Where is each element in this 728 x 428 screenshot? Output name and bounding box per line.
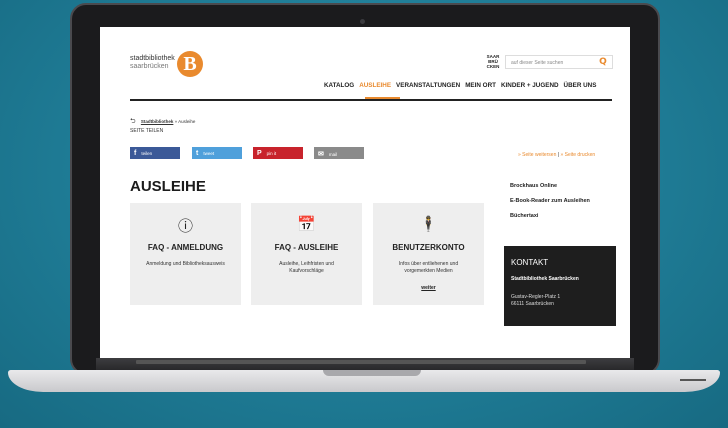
main-nav: KATALOG AUSLEIHE VERANSTALTUNGEN MEIN OR…: [324, 82, 596, 89]
laptop-base: [8, 370, 720, 392]
nav-item-mein-ort[interactable]: MEIN ORT: [465, 82, 496, 89]
card-title: FAQ - AUSLEIHE: [274, 243, 339, 252]
sidebar-link-ebook-reader[interactable]: E-Book-Reader zum Ausleihen: [510, 198, 590, 204]
library-logo-text[interactable]: stadtbibliothek saarbrücken: [130, 55, 175, 71]
facebook-icon: f: [134, 150, 137, 157]
card-faq-ausleihe[interactable]: 📅 FAQ - AUSLEIHE Ausleihe, Leihfristen u…: [251, 203, 362, 305]
laptop-notch: [323, 370, 421, 376]
sidebar-link-brockhaus[interactable]: Brockhaus Online: [510, 183, 557, 189]
forward-page-link[interactable]: » Seite weitersen: [518, 152, 556, 158]
share-pinterest-label: pin it: [266, 151, 277, 156]
card-description: Infos über entliehenen und vorgemerkten …: [398, 261, 459, 274]
contact-name: Stadtbibliothek Saarbrücken: [511, 276, 579, 282]
keyboard-row: [136, 360, 586, 364]
print-page-link[interactable]: » Seite drucken: [560, 152, 595, 158]
contact-heading: KONTAKT: [511, 258, 549, 267]
card-title: BENUTZERKONTO: [392, 243, 465, 252]
contact-box: KONTAKT Stadtbibliothek Saarbrücken Gust…: [504, 246, 616, 326]
contact-address: Gustav-Regler-Platz 1 66111 Saarbrücken: [511, 294, 560, 308]
pinterest-icon: P: [257, 150, 262, 157]
breadcrumb-home-link[interactable]: Stadtbibliothek: [141, 119, 174, 124]
twitter-icon: t: [196, 150, 199, 157]
share-twitter-button[interactable]: t tweet: [192, 147, 242, 159]
page-actions: » Seite weitersen | » Seite drucken: [518, 152, 595, 158]
info-icon: ⓘ: [177, 218, 193, 235]
mail-icon: ✉: [318, 151, 324, 158]
card-faq-anmeldung[interactable]: ⓘ FAQ - ANMELDUNG Anmeldung und Biblioth…: [130, 203, 241, 305]
card-more-link[interactable]: weiter: [373, 285, 484, 291]
nav-item-ueber-uns[interactable]: ÜBER UNS: [564, 82, 597, 89]
camera-icon: [360, 19, 365, 24]
logo-line2: saarbrücken: [130, 63, 169, 70]
browser-screen: stadtbibliothek saarbrücken B SAAR BRÜ C…: [100, 27, 630, 359]
nav-item-kinder-jugend[interactable]: KINDER + JUGEND: [501, 82, 559, 89]
share-title: SEITE TEILEN: [130, 128, 164, 134]
share-mail-label: mail: [328, 152, 338, 157]
share-facebook-button[interactable]: f teilen: [130, 147, 180, 159]
nav-item-katalog[interactable]: KATALOG: [324, 82, 354, 89]
search-icon[interactable]: Q: [596, 56, 610, 68]
share-twitter-label: tweet: [203, 151, 215, 156]
page-title: AUSLEIHE: [130, 178, 206, 195]
card-description: Ausleihe, Leihfristen und Kaufvorschläge: [279, 261, 334, 274]
sidebar-link-buechertaxi[interactable]: Büchertaxi: [510, 213, 538, 219]
breadcrumb-current: Ausleihe: [178, 119, 196, 124]
logo-line1: stadtbibliothek: [130, 55, 175, 62]
share-pinterest-button[interactable]: Ppin it: [253, 147, 303, 159]
person-icon: 🕴: [419, 216, 438, 233]
nav-divider: [130, 99, 612, 101]
breadcrumb-separator: »: [174, 119, 178, 124]
nav-item-ausleihe[interactable]: AUSLEIHE: [359, 82, 391, 89]
saarbruecken-logo[interactable]: SAAR BRÜ CKEN: [485, 54, 501, 69]
card-benutzerkonto[interactable]: 🕴 BENUTZERKONTO Infos über entliehenen u…: [373, 203, 484, 305]
contact-street: Gustav-Regler-Platz 1: [511, 294, 561, 300]
laptop-indicator: [680, 379, 706, 381]
back-arrow-icon[interactable]: ⮌: [130, 118, 136, 125]
card-title: FAQ - ANMELDUNG: [147, 243, 224, 252]
contact-city: 66111 Saarbrücken: [511, 301, 554, 307]
separator: |: [557, 152, 560, 158]
library-logo-icon[interactable]: B: [177, 51, 203, 77]
breadcrumb: ⮌ Stadtbibliothek » Ausleihe: [130, 117, 195, 128]
calendar-icon: 📅: [297, 216, 316, 233]
card-description: Anmeldung und Bibliotheksausweis: [146, 261, 225, 267]
share-facebook-label: teilen: [141, 151, 153, 156]
nav-item-veranstaltungen[interactable]: VERANSTALTUNGEN: [396, 82, 460, 89]
share-mail-button[interactable]: ✉ mail: [314, 147, 364, 159]
